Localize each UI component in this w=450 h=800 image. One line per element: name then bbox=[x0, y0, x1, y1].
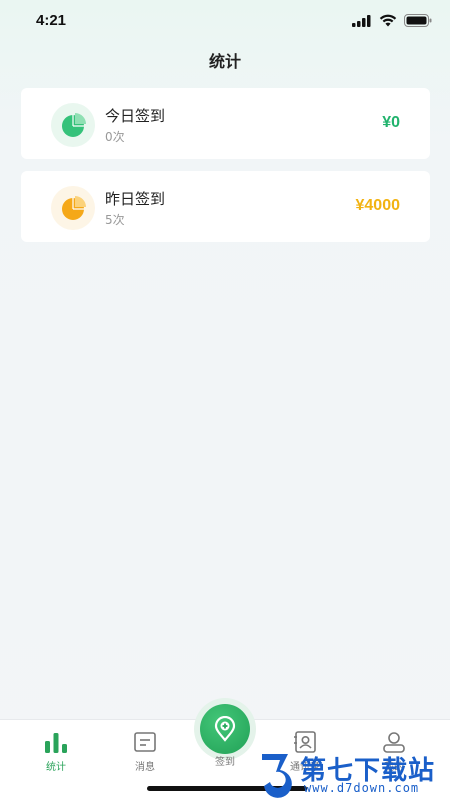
yesterday-signin-card[interactable]: 昨日签到 5次 ¥4000 bbox=[21, 171, 430, 242]
signal-icon bbox=[352, 14, 371, 27]
status-icons bbox=[352, 14, 432, 27]
page-title: 统计 bbox=[208, 52, 241, 71]
message-icon bbox=[134, 732, 156, 752]
card-count: 0次 bbox=[105, 130, 125, 144]
d7-logo bbox=[262, 754, 292, 798]
watermark: 第七下载站 www.d7down.com bbox=[258, 748, 450, 800]
card-title: 今日签到 bbox=[105, 107, 166, 125]
status-bar: 4:21 bbox=[0, 0, 450, 44]
tab-signin-label: 签到 bbox=[215, 757, 235, 768]
tab-label: 统计 bbox=[46, 762, 66, 773]
pie-chart-icon bbox=[62, 196, 86, 220]
card-amount: ¥4000 bbox=[355, 197, 401, 214]
status-time: 4:21 bbox=[36, 12, 67, 29]
bar-chart-icon bbox=[45, 733, 67, 753]
today-icon-wrap bbox=[51, 103, 95, 147]
watermark-url: www.d7down.com bbox=[304, 781, 420, 795]
card-title: 昨日签到 bbox=[105, 190, 166, 208]
wifi-icon bbox=[379, 14, 397, 27]
today-signin-card[interactable]: 今日签到 0次 ¥0 bbox=[21, 88, 430, 159]
tab-label: 消息 bbox=[135, 762, 155, 773]
location-plus-icon bbox=[214, 716, 236, 742]
battery-icon bbox=[404, 14, 432, 27]
card-count: 5次 bbox=[105, 213, 125, 227]
yesterday-icon-wrap bbox=[51, 186, 95, 230]
pie-chart-icon bbox=[62, 113, 86, 137]
tab-statistics[interactable]: 统计 bbox=[26, 730, 86, 773]
signin-button[interactable] bbox=[200, 704, 250, 754]
tab-messages[interactable]: 消息 bbox=[115, 730, 175, 773]
card-amount: ¥0 bbox=[382, 114, 400, 131]
